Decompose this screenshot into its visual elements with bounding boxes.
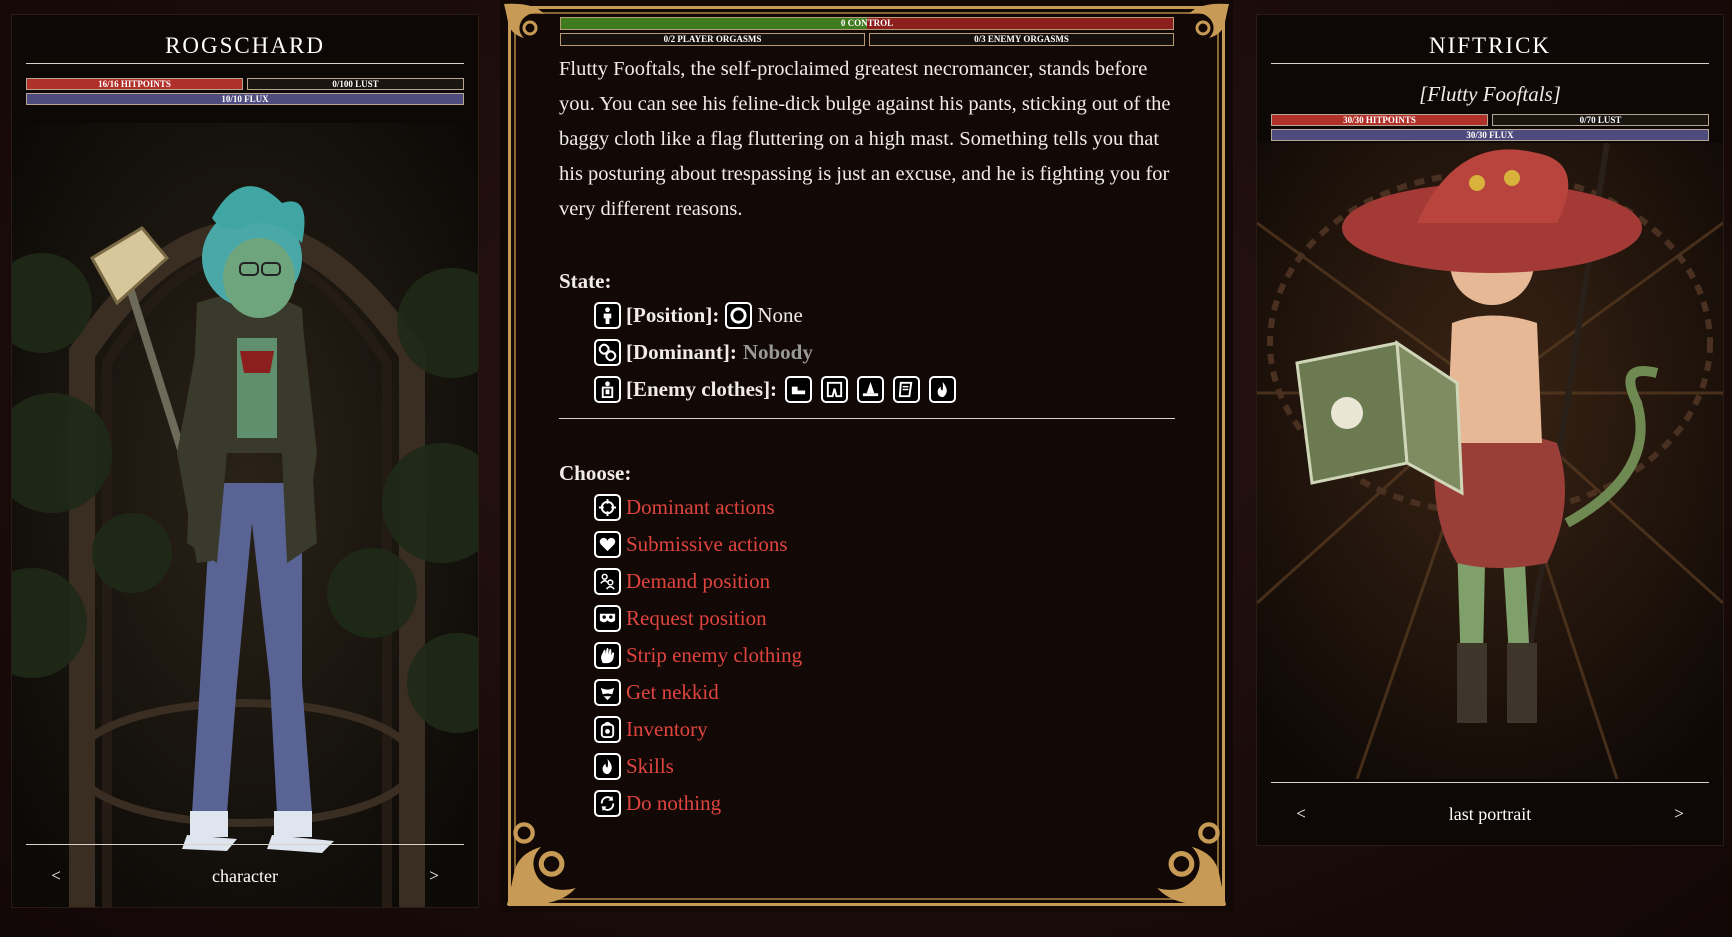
prev-character-button[interactable]: < xyxy=(26,866,86,886)
action-label[interactable]: Inventory xyxy=(626,717,708,742)
player-orgasms-bar: 0/2 PLAYER ORGASMS xyxy=(560,33,865,46)
action-dominant-actions[interactable]: Dominant actions xyxy=(559,489,1175,526)
flame-icon xyxy=(594,753,621,780)
heart-icon xyxy=(594,531,621,558)
title-divider xyxy=(1271,63,1709,64)
player-stats: 16/16 HITPOINTS 0/100 LUST 10/10 FLUX xyxy=(26,78,464,105)
player-portrait xyxy=(12,123,478,907)
section-divider xyxy=(559,418,1175,419)
hand-icon xyxy=(594,642,621,669)
position-value: None xyxy=(757,303,803,327)
underwear-icon xyxy=(594,679,621,706)
player-name: ROGSCHARD xyxy=(165,33,325,58)
player-flux-bar: 10/10 FLUX xyxy=(26,93,464,105)
story-text: Flutty Fooftals, the self-proclaimed gre… xyxy=(559,58,1171,220)
character-label: character xyxy=(212,865,278,886)
cycle-icon xyxy=(594,790,621,817)
boots-icon[interactable] xyxy=(785,376,813,403)
next-character-button[interactable]: > xyxy=(404,866,464,886)
corner-ornament-icon xyxy=(504,3,544,38)
state-heading: State: xyxy=(559,269,612,293)
action-get-nekkid[interactable]: Get nekkid xyxy=(559,674,1175,711)
enemy-panel: NIFTRICK [Flutty Fooftals] 30/30 HITPOIN… xyxy=(1257,15,1723,845)
action-submissive-actions[interactable]: Submissive actions xyxy=(559,526,1175,563)
choose-heading: Choose: xyxy=(559,461,632,485)
wizard-hat-icon[interactable] xyxy=(857,376,885,403)
corner-ornament-icon xyxy=(1189,3,1229,38)
action-inventory[interactable]: Inventory xyxy=(559,711,1175,748)
player-panel: ROGSCHARD 16/16 HITPOINTS 0/100 LUST 10/… xyxy=(12,15,478,907)
person-icon xyxy=(594,302,621,329)
state-position: [Position]: None xyxy=(559,297,1175,334)
book-icon[interactable] xyxy=(893,376,921,403)
backpack-icon xyxy=(594,716,621,743)
shorts-icon[interactable] xyxy=(821,376,849,403)
enemy-portrait xyxy=(1257,143,1723,779)
clothing-icon xyxy=(594,376,621,403)
people-icon xyxy=(594,568,621,595)
player-portrait-nav: < character > xyxy=(26,844,464,907)
control-bar: 0 CONTROL xyxy=(560,17,1174,30)
state-enemy-clothes: [Enemy clothes]: xyxy=(559,371,1175,408)
flame-icon[interactable] xyxy=(929,376,957,403)
action-label[interactable]: Demand position xyxy=(626,569,770,594)
position-label: [Position]: xyxy=(626,303,720,327)
dominant-value: Nobody xyxy=(742,340,813,364)
action-label[interactable]: Strip enemy clothing xyxy=(626,643,802,668)
action-label[interactable]: Do nothing xyxy=(626,791,721,816)
enemy-portrait-nav: < last portrait > xyxy=(1271,782,1709,845)
action-request-position[interactable]: Request position xyxy=(559,600,1175,637)
player-lust-bar: 0/100 LUST xyxy=(247,78,464,90)
state-dominant: [Dominant]: Nobody xyxy=(559,334,1175,371)
ring-icon xyxy=(725,302,753,329)
action-label[interactable]: Skills xyxy=(626,754,674,779)
action-strip-enemy-clothing[interactable]: Strip enemy clothing xyxy=(559,637,1175,674)
enemy-flux-bar: 30/30 FLUX xyxy=(1271,129,1709,141)
enemy-hitpoints-bar: 30/30 HITPOINTS xyxy=(1271,114,1488,126)
prev-portrait-button[interactable]: < xyxy=(1271,804,1331,824)
enemy-clothes-label: [Enemy clothes]: xyxy=(626,377,778,401)
action-do-nothing[interactable]: Do nothing xyxy=(559,785,1175,822)
chain-link-icon xyxy=(594,339,621,366)
combat-panel: 0 CONTROL 0/2 PLAYER ORGASMS 0/3 ENEMY O… xyxy=(500,0,1233,912)
action-demand-position[interactable]: Demand position xyxy=(559,563,1175,600)
action-label[interactable]: Dominant actions xyxy=(626,495,775,520)
enemy-name: NIFTRICK xyxy=(1428,33,1552,58)
portrait-label: last portrait xyxy=(1448,803,1532,824)
action-label[interactable]: Submissive actions xyxy=(626,532,788,557)
action-skills[interactable]: Skills xyxy=(559,748,1175,785)
action-list: Dominant actions Submissive actions Dema… xyxy=(559,489,1175,822)
enemy-stats: 30/30 HITPOINTS 0/70 LUST 30/30 FLUX xyxy=(1271,114,1709,141)
player-hitpoints-bar: 16/16 HITPOINTS xyxy=(26,78,243,90)
enemy-subtitle: [Flutty Fooftals] xyxy=(1419,82,1561,106)
crosshair-icon xyxy=(594,494,621,521)
next-portrait-button[interactable]: > xyxy=(1649,804,1709,824)
mask-icon xyxy=(594,605,621,632)
enemy-orgasms-bar: 0/3 ENEMY ORGASMS xyxy=(869,33,1174,46)
title-divider xyxy=(26,63,464,64)
enemy-lust-bar: 0/70 LUST xyxy=(1492,114,1709,126)
dominant-label: [Dominant]: xyxy=(626,340,737,364)
action-label[interactable]: Request position xyxy=(626,606,767,631)
combat-meters: 0 CONTROL 0/2 PLAYER ORGASMS 0/3 ENEMY O… xyxy=(560,17,1174,46)
action-label[interactable]: Get nekkid xyxy=(626,680,719,705)
